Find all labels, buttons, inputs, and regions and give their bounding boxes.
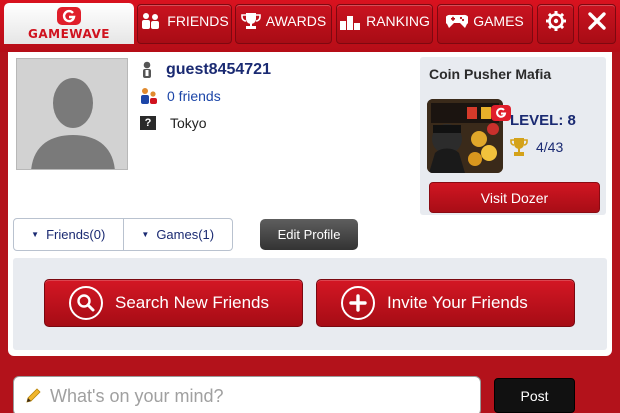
invite-friends-button[interactable]: Invite Your Friends	[316, 279, 575, 327]
unknown-location-icon: ?	[140, 116, 156, 130]
friends-icon	[142, 13, 160, 29]
user-icon	[143, 61, 151, 78]
gamepad-icon	[446, 14, 469, 28]
username: guest8454721	[166, 61, 271, 78]
search-icon	[69, 286, 103, 320]
game-card: Coin Pusher Mafia LEVEL: 8 4/43 Visit Do…	[420, 57, 606, 215]
caret-down-icon: ▼	[141, 230, 150, 239]
friend-actions-area: Search New Friends Invite Your Friends	[13, 258, 607, 350]
location-text: Tokyo	[170, 115, 207, 131]
plus-icon	[341, 286, 375, 320]
profile-panel: guest8454721 0 friends ? Tokyo Coin Push…	[8, 52, 612, 356]
edit-profile-button[interactable]: Edit Profile	[260, 219, 358, 250]
trophy-icon	[510, 138, 528, 156]
status-input[interactable]	[50, 381, 470, 411]
username-row: guest8454721	[140, 61, 271, 79]
pencil-icon	[26, 388, 41, 403]
tab-games[interactable]: ▼ Games(1)	[122, 219, 233, 250]
post-button[interactable]: Post	[494, 378, 575, 413]
friends-tab-label: FRIENDS	[167, 13, 229, 29]
search-new-friends-label: Search New Friends	[115, 293, 270, 312]
profile-tabs: ▼ Friends(0) ▼ Games(1)	[13, 218, 233, 251]
brand-name: GAMEWAVE	[28, 27, 110, 41]
top-navigation-bar: GAMEWAVE FRIENDS AWARDS RANKING GAMES	[0, 0, 620, 52]
friends-count[interactable]: 0 friends	[167, 88, 221, 104]
location-row: ? Tokyo	[140, 115, 207, 131]
caret-down-icon: ▼	[31, 230, 40, 239]
gamewave-logo-mark	[57, 7, 81, 25]
ranking-tab[interactable]: RANKING	[336, 4, 433, 44]
invite-friends-label: Invite Your Friends	[387, 293, 528, 312]
podium-icon	[340, 16, 361, 30]
trophy-icon	[240, 13, 261, 29]
avatar[interactable]	[16, 58, 128, 170]
gear-icon	[545, 11, 566, 31]
game-level: LEVEL: 8	[510, 112, 576, 129]
default-avatar-silhouette	[17, 59, 127, 169]
status-post-field[interactable]	[13, 376, 481, 413]
game-awards-row: 4/43	[510, 137, 563, 157]
gamewave-badge-icon	[491, 105, 511, 121]
settings-button[interactable]	[537, 4, 574, 44]
friends-tab[interactable]: FRIENDS	[137, 4, 232, 44]
friends-count-row[interactable]: 0 friends	[140, 87, 221, 105]
tab-games-label: Games(1)	[156, 227, 215, 242]
ranking-tab-label: RANKING	[366, 13, 430, 29]
search-new-friends-button[interactable]: Search New Friends	[44, 279, 303, 327]
gamewave-logo[interactable]: GAMEWAVE	[4, 3, 134, 44]
games-tab-label: GAMES	[473, 13, 524, 29]
close-button[interactable]	[578, 4, 616, 44]
awards-tab[interactable]: AWARDS	[235, 4, 332, 44]
awards-tab-label: AWARDS	[265, 13, 327, 29]
game-title: Coin Pusher Mafia	[429, 66, 552, 82]
visit-dozer-button[interactable]: Visit Dozer	[429, 182, 600, 213]
games-tab[interactable]: GAMES	[437, 4, 533, 44]
friends-count-icon	[141, 88, 157, 104]
tab-friends[interactable]: ▼ Friends(0)	[14, 219, 123, 250]
tab-friends-label: Friends(0)	[46, 227, 106, 242]
game-awards-count: 4/43	[536, 139, 564, 155]
close-icon	[588, 12, 606, 30]
